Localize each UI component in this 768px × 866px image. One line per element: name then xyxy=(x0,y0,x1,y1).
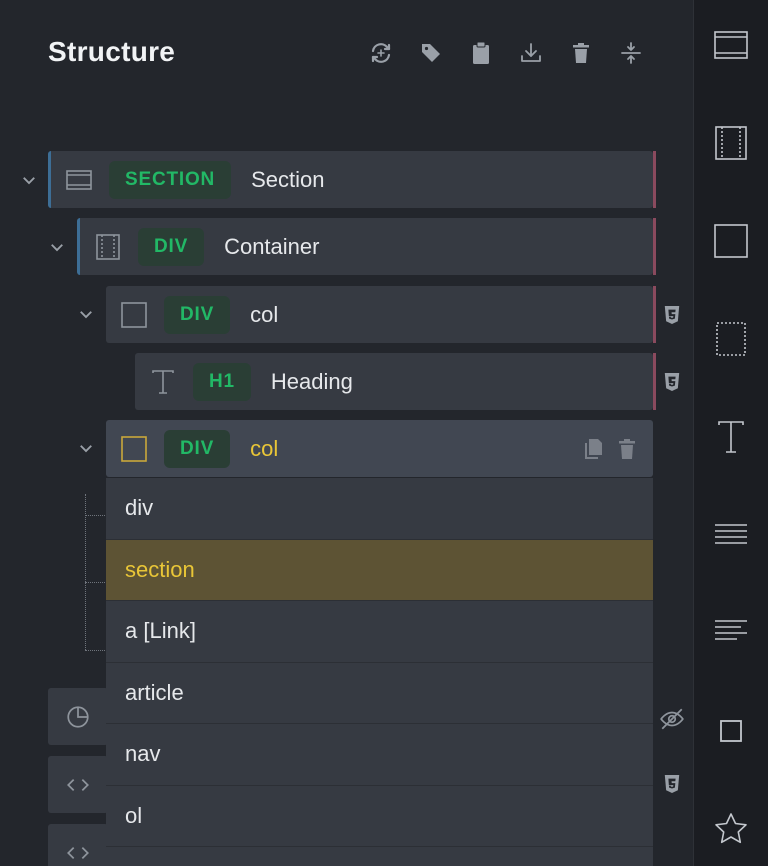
panel-title: Structure xyxy=(48,36,176,67)
block-icon xyxy=(120,301,148,329)
tree-row-container[interactable]: DIV Container xyxy=(77,218,656,275)
tag-icon[interactable] xyxy=(412,34,450,72)
code-icon xyxy=(67,778,89,791)
css3-icon[interactable] xyxy=(662,773,682,795)
tree-guide-line xyxy=(85,494,86,650)
element-tag: DIV xyxy=(138,227,205,266)
tree-row-partial[interactable] xyxy=(48,688,108,745)
text-icon[interactable] xyxy=(712,418,750,456)
chevron-down-icon[interactable] xyxy=(75,437,97,459)
copy-icon[interactable] xyxy=(581,437,605,461)
chevron-down-icon[interactable] xyxy=(18,169,40,191)
align-left-icon[interactable] xyxy=(712,612,750,650)
css3-icon[interactable] xyxy=(662,304,682,326)
dropdown-option[interactable]: article xyxy=(106,663,653,724)
tree-row-col[interactable]: DIV col xyxy=(106,286,656,343)
tree-row-heading[interactable]: H1 Heading xyxy=(135,353,656,410)
code-icon xyxy=(67,846,89,859)
pie-chart-icon xyxy=(67,705,89,728)
container-icon[interactable] xyxy=(712,124,750,162)
trash-icon[interactable] xyxy=(615,437,639,461)
row-accent xyxy=(653,353,656,410)
tree-guide-line xyxy=(85,515,107,516)
section-layout-icon[interactable] xyxy=(712,26,750,64)
structure-toolbar xyxy=(362,34,650,72)
trash-icon[interactable] xyxy=(562,34,600,72)
eye-off-icon[interactable] xyxy=(659,706,685,732)
clipboard-icon[interactable] xyxy=(462,34,500,72)
chevron-down-icon[interactable] xyxy=(75,303,97,325)
element-label[interactable]: Container xyxy=(224,234,319,260)
tree-guide-line xyxy=(85,650,107,651)
element-label[interactable]: Section xyxy=(251,167,324,193)
square-icon[interactable] xyxy=(712,712,750,750)
tag-select-dropdown: div section a [Link] article nav ol xyxy=(106,478,653,866)
css3-icon[interactable] xyxy=(662,371,682,393)
row-actions xyxy=(581,437,639,461)
collapse-icon[interactable] xyxy=(612,34,650,72)
row-accent xyxy=(653,286,656,343)
tree-guide-line xyxy=(85,582,107,583)
elements-sidebar xyxy=(693,0,768,866)
chevron-down-icon[interactable] xyxy=(46,236,68,258)
tree-row-partial[interactable] xyxy=(48,756,108,813)
tree-row-section[interactable]: SECTION Section xyxy=(48,151,656,208)
dropdown-option[interactable]: div xyxy=(106,478,653,540)
element-tag: H1 xyxy=(193,362,251,401)
paragraph-icon[interactable] xyxy=(712,516,750,554)
star-icon[interactable] xyxy=(712,810,750,848)
element-label[interactable]: col xyxy=(250,302,278,328)
tree-row-partial[interactable] xyxy=(48,824,108,866)
element-tag: DIV xyxy=(164,429,231,468)
row-accent xyxy=(653,218,656,275)
row-accent xyxy=(653,151,656,208)
dropdown-option[interactable]: nav xyxy=(106,724,653,786)
dropdown-option[interactable]: a [Link] xyxy=(106,601,653,663)
structure-panel: Structure SECTION Section DIV Container … xyxy=(0,0,693,866)
download-icon[interactable] xyxy=(512,34,550,72)
text-icon xyxy=(149,368,177,396)
dropdown-option-selected[interactable]: section xyxy=(106,539,653,601)
element-label[interactable]: col xyxy=(250,436,278,462)
element-tag: DIV xyxy=(164,295,231,334)
tree-row-col-active[interactable]: DIV col xyxy=(106,420,653,477)
block-icon xyxy=(120,435,148,463)
section-layout-icon xyxy=(65,166,93,194)
container-icon xyxy=(94,233,122,261)
element-tag: SECTION xyxy=(109,160,232,199)
element-label[interactable]: Heading xyxy=(271,369,353,395)
dropdown-option[interactable]: ol xyxy=(106,786,653,847)
block-icon[interactable] xyxy=(712,222,750,260)
sync-icon[interactable] xyxy=(362,34,400,72)
div-dotted-icon[interactable] xyxy=(712,320,750,358)
